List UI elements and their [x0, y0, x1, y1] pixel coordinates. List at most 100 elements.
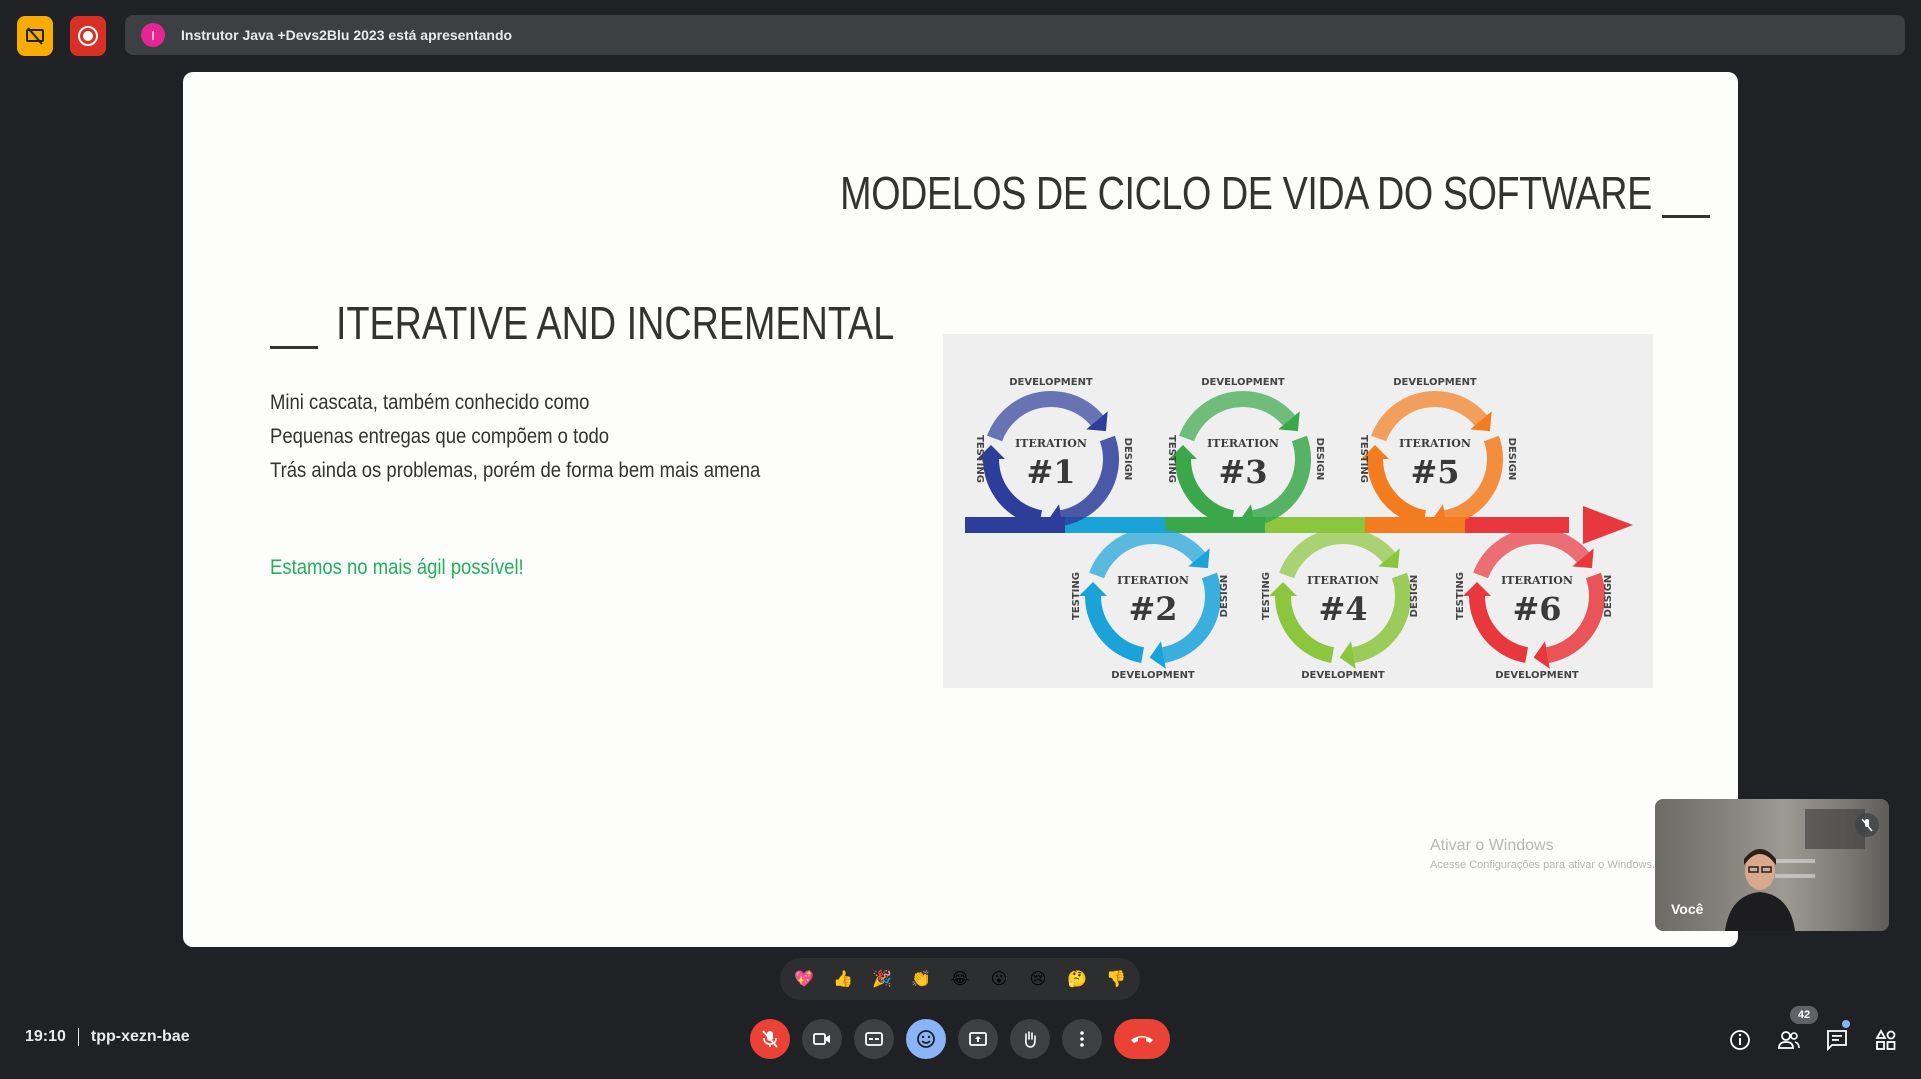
phase-label-development: DEVELOPMENT	[1393, 377, 1477, 388]
bullet-line: Mini cascata, também conhecido como	[270, 391, 590, 414]
reaction-heart[interactable]: 💖	[789, 964, 819, 994]
presenter-avatar: I	[141, 23, 165, 47]
phase-label-testing: TESTING	[1455, 572, 1466, 620]
phase-label-testing: TESTING	[1261, 572, 1272, 620]
phase-label-testing: TESTING	[1358, 435, 1369, 483]
present-icon	[969, 1032, 987, 1046]
cycle-arc	[1473, 528, 1590, 579]
phase-label-testing: TESTING	[974, 435, 985, 483]
slide-bullets: Mini cascata, também conhecido como Pequ…	[270, 386, 760, 488]
captions-button[interactable]	[854, 1019, 894, 1059]
record-icon[interactable]	[70, 16, 106, 56]
self-view-name: Você	[1671, 901, 1704, 917]
iteration-number: #3	[1218, 453, 1267, 491]
phase-label-development: DEVELOPMENT	[1111, 670, 1195, 681]
self-view-tile[interactable]: Você	[1655, 799, 1889, 931]
cycle-arrowhead	[1533, 641, 1550, 669]
mic-off-icon	[762, 1030, 778, 1048]
iteration-number: #1	[1026, 453, 1075, 491]
iteration-label: ITERATION	[1307, 574, 1379, 587]
reaction-thinking[interactable]: 🤔	[1062, 964, 1092, 994]
reaction-sad[interactable]: 😢	[1023, 964, 1053, 994]
section-title: ITERATIVE AND INCREMENTAL	[336, 297, 895, 349]
watermark-subtitle: Acesse Configurações para ativar o Windo…	[1430, 859, 1655, 871]
iteration-cycle: ITERATION #4 DEVELOPMENT TESTING DESIGN	[1261, 528, 1420, 681]
iteration-label: ITERATION	[1117, 574, 1189, 587]
iteration-cycle: ITERATION #6 DEVELOPMENT TESTING DESIGN	[1455, 528, 1614, 681]
mic-toggle-button[interactable]	[750, 1019, 790, 1059]
emoji-reactions-button[interactable]	[906, 1019, 946, 1059]
chat-notification-dot	[1842, 1020, 1850, 1028]
iteration-label: ITERATION	[1207, 437, 1279, 450]
camera-icon	[813, 1033, 830, 1045]
cycle-arc	[1089, 528, 1206, 579]
phase-label-testing: TESTING	[1071, 572, 1082, 620]
chat-button[interactable]	[1822, 1025, 1852, 1055]
more-icon	[1080, 1031, 1084, 1047]
reaction-party[interactable]: 🎉	[867, 964, 897, 994]
iteration-cycle: ITERATION #3 DEVELOPMENT TESTING DESIGN	[1166, 377, 1325, 532]
meeting-code: tpp-xezn-bae	[90, 1028, 190, 1045]
iteration-label: ITERATION	[1501, 574, 1573, 587]
emoji-icon	[917, 1030, 935, 1048]
people-icon	[1778, 1031, 1800, 1049]
present-screen-button[interactable]	[958, 1019, 998, 1059]
cycle-arrowhead	[1079, 582, 1107, 596]
mic-off-icon	[1855, 813, 1879, 837]
reaction-thumbs-up[interactable]: 👍	[828, 964, 858, 994]
phase-label-design: DESIGN	[1122, 438, 1133, 481]
iteration-number: #6	[1512, 590, 1561, 628]
iteration-number: #4	[1318, 590, 1367, 628]
phase-label-development: DEVELOPMENT	[1495, 670, 1579, 681]
cycle-arc	[1371, 391, 1488, 442]
presentation-banner: I Instrutor Java +Devs2Blu 2023 está apr…	[125, 15, 1905, 55]
participants-count-badge: 42	[1790, 1006, 1818, 1024]
people-button[interactable]	[1774, 1025, 1804, 1055]
info-icon	[1730, 1030, 1750, 1050]
iteration-cycle: ITERATION #2 DEVELOPMENT TESTING DESIGN	[1071, 528, 1230, 681]
more-options-button[interactable]	[1062, 1019, 1102, 1059]
reaction-clap[interactable]: 👏	[906, 964, 936, 994]
iteration-cycle: ITERATION #1 DEVELOPMENT TESTING DESIGN	[974, 377, 1133, 532]
iteration-diagram: ITERATION #1 DEVELOPMENT TESTING DESIGN ITERA…	[943, 334, 1653, 688]
meeting-details-button[interactable]	[1725, 1025, 1755, 1055]
meeting-time: 19:10	[25, 1028, 66, 1045]
reactions-bar: 💖 👍 🎉 👏 😂 😮 😢 🤔 👎	[780, 958, 1140, 1000]
title-underscore	[1662, 215, 1710, 218]
raise-hand-button[interactable]	[1010, 1019, 1050, 1059]
cycle-arc	[987, 391, 1104, 442]
leave-call-button[interactable]	[1114, 1019, 1170, 1059]
activities-icon	[1875, 1029, 1896, 1050]
screen-off-icon[interactable]	[17, 16, 53, 56]
phase-label-design: DESIGN	[1314, 438, 1325, 481]
phase-label-development: DEVELOPMENT	[1301, 670, 1385, 681]
divider	[77, 1028, 79, 1046]
activities-button[interactable]	[1871, 1025, 1901, 1055]
bullet-line: Trás ainda os problemas, porém de forma …	[270, 459, 761, 482]
section-underscore	[270, 346, 318, 349]
reaction-thumbs-down[interactable]: 👎	[1101, 964, 1131, 994]
phase-label-testing: TESTING	[1166, 435, 1177, 483]
reaction-surprised[interactable]: 😮	[984, 964, 1014, 994]
windows-activation-watermark: Ativar o Windows Acesse Configurações pa…	[1430, 837, 1655, 871]
phase-label-design: DESIGN	[1219, 575, 1230, 618]
camera-toggle-button[interactable]	[802, 1019, 842, 1059]
iteration-diagram-graphic: ITERATION#1DEVELOPMENTTESTING DESIGNITERA…	[965, 377, 1633, 681]
slide-title: MODELOS DE CICLO DE VIDA DO SOFTWARE	[840, 167, 1652, 219]
cycle-arc	[1279, 528, 1396, 579]
presenter-status-text: Instrutor Java +Devs2Blu 2023 está apres…	[181, 27, 513, 43]
phase-label-design: DESIGN	[1506, 438, 1517, 481]
iteration-label: ITERATION	[1399, 437, 1471, 450]
phase-label-development: DEVELOPMENT	[1009, 377, 1093, 388]
hand-icon	[1025, 1031, 1036, 1048]
meeting-info: 19:10 tpp-xezn-bae	[25, 1028, 190, 1046]
reaction-laugh[interactable]: 😂	[945, 964, 975, 994]
cycle-arrowhead	[1149, 641, 1166, 669]
cycle-arrowhead	[1269, 582, 1297, 596]
cycle-arrowhead	[1463, 582, 1491, 596]
watermark-title: Ativar o Windows	[1430, 837, 1554, 854]
iteration-cycle: ITERATION #5 DEVELOPMENT TESTING DESIGN	[1358, 377, 1517, 532]
phase-label-design: DESIGN	[1603, 575, 1614, 618]
iteration-number: #5	[1410, 453, 1459, 491]
iteration-number: #2	[1128, 590, 1177, 628]
